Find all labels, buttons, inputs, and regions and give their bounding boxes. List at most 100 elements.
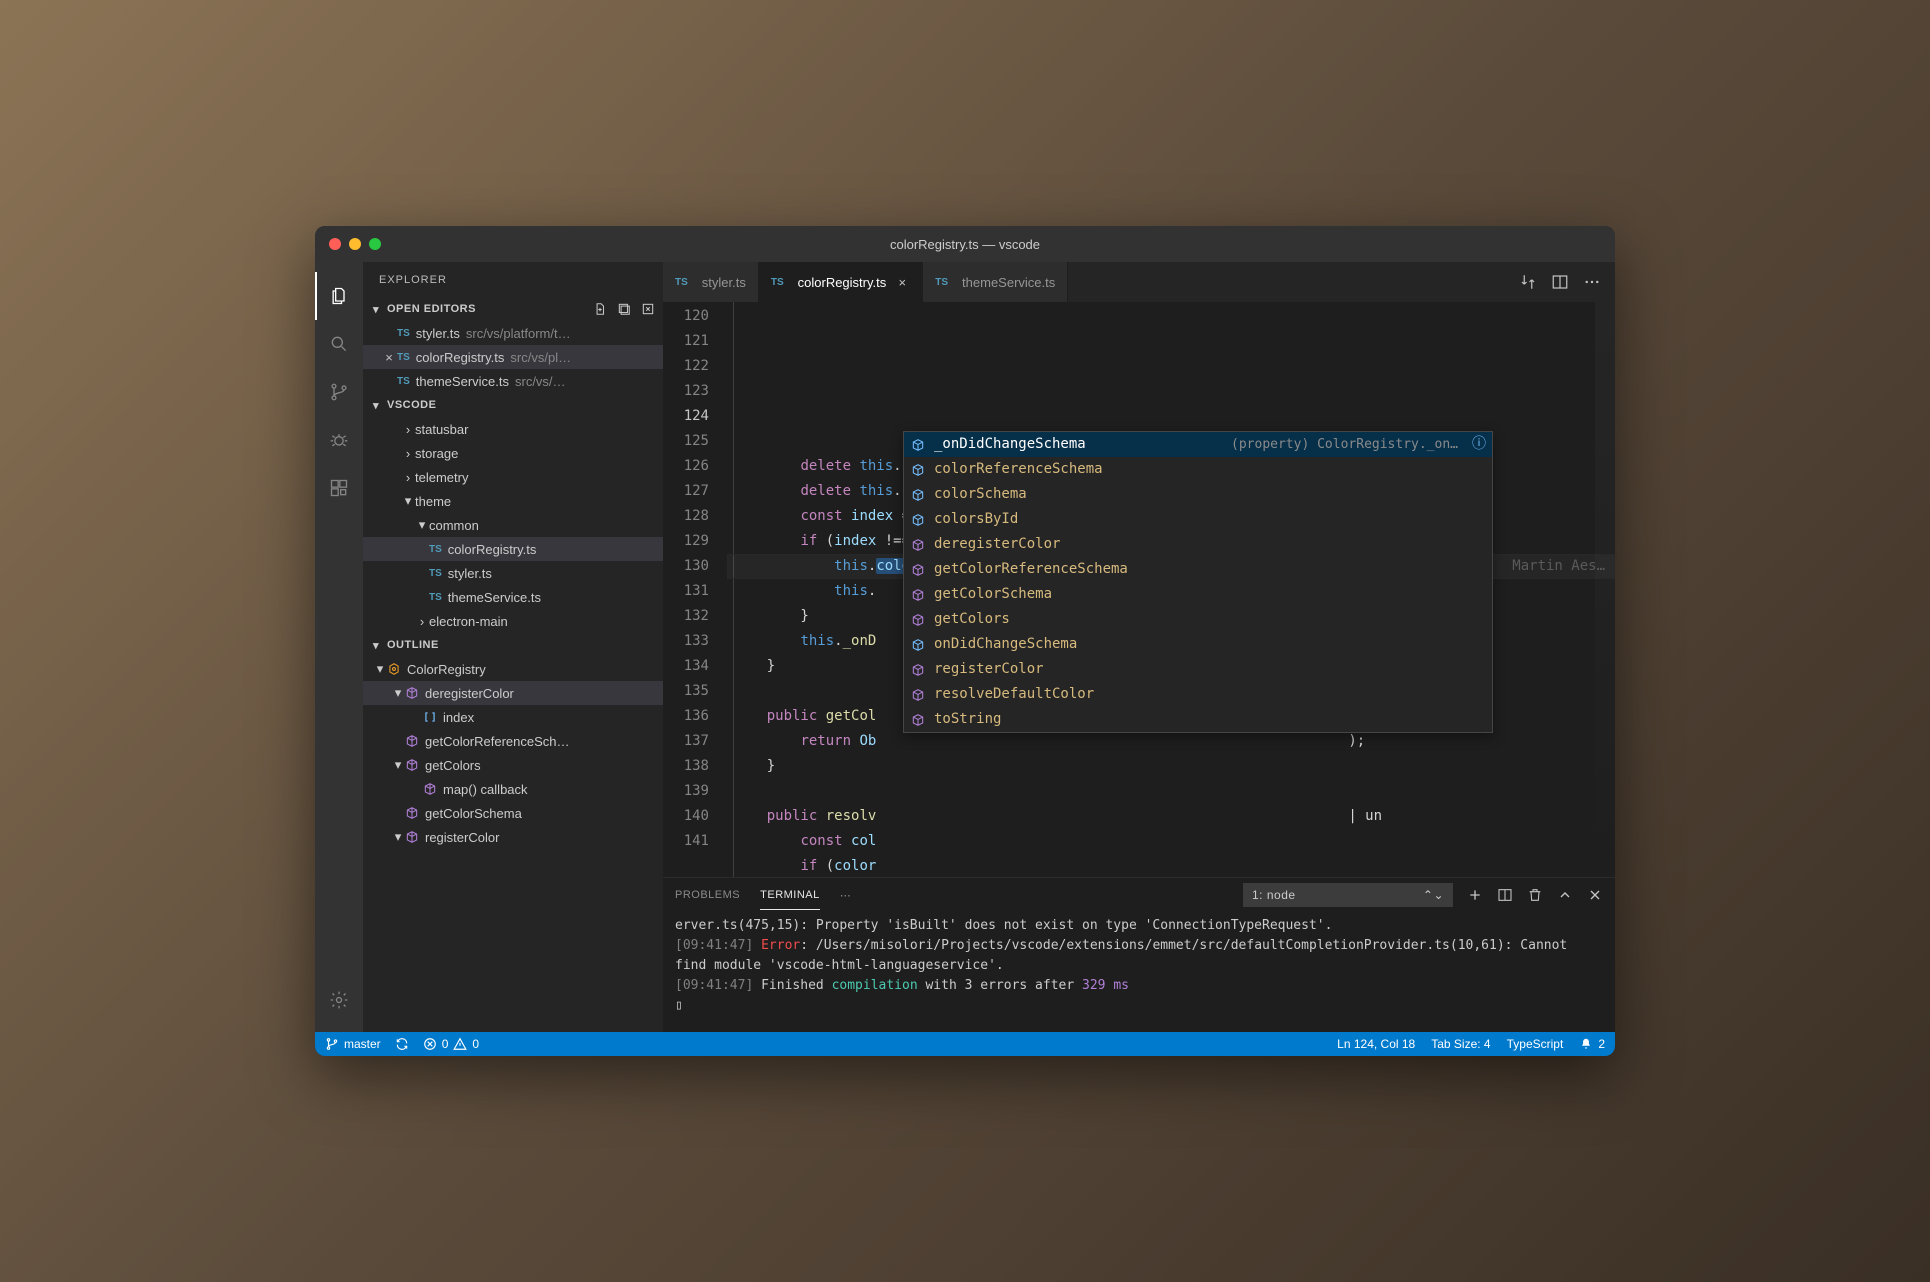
- status-notifications[interactable]: 2: [1579, 1037, 1605, 1051]
- split-terminal-icon[interactable]: [1497, 887, 1513, 903]
- status-language[interactable]: TypeScript: [1507, 1037, 1564, 1051]
- code-line[interactable]: const col: [727, 829, 1615, 854]
- suggest-item[interactable]: colorReferenceSchema: [904, 457, 1492, 482]
- suggest-item[interactable]: toString: [904, 707, 1492, 732]
- tree-item-label: storage: [415, 446, 458, 461]
- info-icon[interactable]: ⓘ: [1472, 432, 1486, 457]
- folder-item[interactable]: ▾common: [363, 513, 663, 537]
- minimize-window-button[interactable]: [349, 238, 361, 250]
- method-icon: [910, 537, 926, 553]
- status-tab-size[interactable]: Tab Size: 4: [1431, 1037, 1490, 1051]
- suggest-item[interactable]: colorSchema: [904, 482, 1492, 507]
- close-all-icon[interactable]: [639, 300, 657, 318]
- terminal-output[interactable]: erver.ts(475,15): Property 'isBuilt' doe…: [663, 912, 1615, 1032]
- new-file-icon[interactable]: [591, 300, 609, 318]
- suggest-item[interactable]: deregisterColor: [904, 532, 1492, 557]
- kill-terminal-icon[interactable]: [1527, 887, 1543, 903]
- code-editor[interactable]: 1201211221231241251261271281291301311321…: [663, 302, 1615, 877]
- outline-item-label: deregisterColor: [425, 686, 514, 701]
- suggest-item[interactable]: getColors: [904, 607, 1492, 632]
- workspace-header[interactable]: ▾ VSCODE: [363, 393, 663, 417]
- open-editors-header[interactable]: ▾ OPEN EDITORS: [363, 297, 663, 321]
- chevron-right-icon: ›: [415, 614, 429, 629]
- open-editor-item[interactable]: TSstyler.tssrc/vs/platform/t…: [363, 321, 663, 345]
- activity-explorer[interactable]: [315, 272, 363, 320]
- status-problems[interactable]: 0 0: [423, 1037, 479, 1051]
- suggest-item[interactable]: registerColor: [904, 657, 1492, 682]
- editor-tab[interactable]: TSthemeService.ts: [923, 262, 1068, 302]
- outline-item[interactable]: ▾getColors: [363, 753, 663, 777]
- open-editor-item[interactable]: TSthemeService.tssrc/vs/…: [363, 369, 663, 393]
- code-area[interactable]: _onDidChangeSchema(property) ColorRegist…: [727, 302, 1615, 877]
- tab-label: styler.ts: [702, 275, 746, 290]
- code-line[interactable]: [727, 779, 1615, 804]
- activity-source-control[interactable]: [315, 368, 363, 416]
- folder-item[interactable]: ›electron-main: [363, 609, 663, 633]
- error-icon: [423, 1037, 437, 1051]
- chevron-down-icon: ▾: [401, 493, 415, 509]
- close-tab-icon[interactable]: ×: [894, 274, 910, 290]
- open-editor-item[interactable]: ×TScolorRegistry.tssrc/vs/pl…: [363, 345, 663, 369]
- new-terminal-icon[interactable]: [1467, 887, 1483, 903]
- close-panel-icon[interactable]: [1587, 887, 1603, 903]
- suggest-item[interactable]: resolveDefaultColor: [904, 682, 1492, 707]
- outline-item[interactable]: ▾deregisterColor: [363, 681, 663, 705]
- status-branch[interactable]: master: [325, 1037, 381, 1051]
- folder-item[interactable]: ▾theme: [363, 489, 663, 513]
- suggest-label: onDidChangeSchema: [934, 632, 1077, 657]
- activity-debug[interactable]: [315, 416, 363, 464]
- suggest-item[interactable]: getColorReferenceSchema: [904, 557, 1492, 582]
- terminal-selector[interactable]: 1: node ⌃⌄: [1243, 883, 1453, 907]
- panel-tab-problems[interactable]: PROBLEMS: [675, 881, 740, 909]
- outline-item[interactable]: index: [363, 705, 663, 729]
- suggest-widget[interactable]: _onDidChangeSchema(property) ColorRegist…: [903, 431, 1493, 733]
- property-icon: [910, 512, 926, 528]
- code-line[interactable]: public resolv | un: [727, 804, 1615, 829]
- notification-count: 2: [1598, 1037, 1605, 1051]
- suggest-item[interactable]: colorsById: [904, 507, 1492, 532]
- suggest-item[interactable]: getColorSchema: [904, 582, 1492, 607]
- file-item[interactable]: TSstyler.ts: [363, 561, 663, 585]
- suggest-item[interactable]: onDidChangeSchema: [904, 632, 1492, 657]
- outline-header[interactable]: ▾ OUTLINE: [363, 633, 663, 657]
- suggest-item[interactable]: _onDidChangeSchema(property) ColorRegist…: [904, 432, 1492, 457]
- folder-item[interactable]: ›storage: [363, 441, 663, 465]
- maximize-panel-icon[interactable]: [1557, 887, 1573, 903]
- activity-settings[interactable]: [315, 976, 363, 1024]
- activity-search[interactable]: [315, 320, 363, 368]
- code-line[interactable]: if (color: [727, 854, 1615, 877]
- status-cursor[interactable]: Ln 124, Col 18: [1337, 1037, 1415, 1051]
- branch-icon: [325, 1037, 339, 1051]
- maximize-window-button[interactable]: [369, 238, 381, 250]
- status-sync[interactable]: [395, 1037, 409, 1051]
- editor-tab[interactable]: TScolorRegistry.ts×: [759, 262, 923, 302]
- editor-tab[interactable]: TSstyler.ts: [663, 262, 759, 302]
- outline-item[interactable]: getColorSchema: [363, 801, 663, 825]
- suggest-label: getColorReferenceSchema: [934, 557, 1128, 582]
- panel-more-icon[interactable]: ⋯: [840, 889, 852, 902]
- code-line[interactable]: }: [727, 754, 1615, 779]
- folder-item[interactable]: ›statusbar: [363, 417, 663, 441]
- outline-item[interactable]: ▾registerColor: [363, 825, 663, 849]
- tree-item-label: colorRegistry.ts: [448, 542, 537, 557]
- outline-item[interactable]: ▾ColorRegistry: [363, 657, 663, 681]
- compare-changes-icon[interactable]: [1519, 273, 1537, 291]
- method-icon: [423, 782, 437, 796]
- suggest-label: _onDidChangeSchema: [934, 432, 1086, 457]
- more-actions-icon[interactable]: [1583, 273, 1601, 291]
- chevron-down-icon: ▾: [369, 399, 383, 412]
- method-icon: [910, 612, 926, 628]
- folder-item[interactable]: ›telemetry: [363, 465, 663, 489]
- outline-item[interactable]: map() callback: [363, 777, 663, 801]
- close-icon[interactable]: ×: [381, 350, 397, 365]
- file-item[interactable]: TSthemeService.ts: [363, 585, 663, 609]
- close-window-button[interactable]: [329, 238, 341, 250]
- panel-tab-terminal[interactable]: TERMINAL: [760, 881, 820, 910]
- save-all-icon[interactable]: [615, 300, 633, 318]
- error-count: 0: [442, 1037, 449, 1051]
- activity-extensions[interactable]: [315, 464, 363, 512]
- file-item[interactable]: TScolorRegistry.ts: [363, 537, 663, 561]
- outline-item[interactable]: getColorReferenceSch…: [363, 729, 663, 753]
- tree-item-label: electron-main: [429, 614, 508, 629]
- split-editor-icon[interactable]: [1551, 273, 1569, 291]
